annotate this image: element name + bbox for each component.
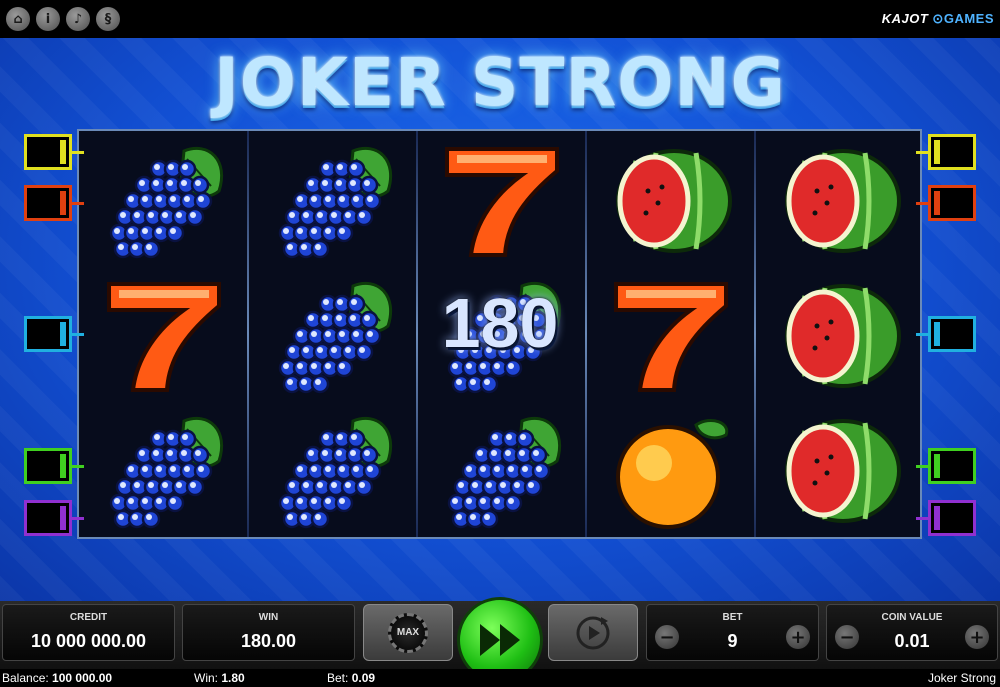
- grapes-symbol: [427, 411, 577, 531]
- payline-5-right-indicator: [928, 500, 976, 536]
- payline-3-marker: [916, 333, 930, 336]
- seven-symbol: [89, 276, 239, 396]
- grapes-symbol: [258, 141, 408, 261]
- credit-value: 10 000 000.00: [30, 631, 147, 651]
- payline-1-marker: [70, 151, 84, 154]
- status-win-value: 1.80: [221, 671, 245, 685]
- max-bet-button[interactable]: MAX: [363, 604, 453, 661]
- payline-3-marker: [70, 333, 84, 336]
- coin-increase-button[interactable]: +: [965, 625, 989, 649]
- melon-symbol: [765, 411, 915, 531]
- win-label: WIN: [258, 612, 279, 623]
- game-title: JOKER STRONG: [214, 44, 786, 121]
- autoplay-icon: [576, 616, 610, 649]
- bet-label: BET: [722, 612, 743, 623]
- reel-divider: [247, 131, 249, 537]
- payline-4-marker: [916, 465, 930, 468]
- brand-main: KAJOT: [881, 11, 929, 26]
- status-bet: Bet: 0.09: [327, 671, 375, 685]
- balance-label: Balance:: [2, 671, 49, 685]
- info-icon[interactable]: i: [36, 7, 60, 31]
- grapes-symbol: [89, 411, 239, 531]
- grapes-symbol: [89, 141, 239, 261]
- payline-5-marker: [70, 517, 84, 520]
- bet-decrease-button[interactable]: −: [655, 625, 679, 649]
- melon-symbol: [596, 141, 746, 261]
- status-balance: Balance: 100 000.00: [2, 671, 112, 685]
- payline-3-left-indicator: [24, 316, 72, 352]
- sound-icon[interactable]: ♪: [66, 7, 90, 31]
- bet-panel: BET 9 − +: [646, 604, 819, 661]
- orange-symbol: [596, 411, 746, 531]
- reel-divider: [585, 131, 587, 537]
- payline-4-right-indicator: [928, 448, 976, 484]
- fast-forward-icon: [480, 624, 520, 656]
- grapes-symbol: [258, 411, 408, 531]
- control-bar: CREDIT 10 000 000.00 WIN 180.00 MAX BET …: [0, 597, 1000, 683]
- coin-decrease-button[interactable]: −: [835, 625, 859, 649]
- grapes-symbol: [258, 276, 408, 396]
- credit-panel: CREDIT 10 000 000.00: [2, 604, 175, 661]
- rules-icon[interactable]: §: [96, 7, 120, 31]
- win-amount-overlay: 180: [441, 284, 559, 362]
- top-bar: ⌂ i ♪ § KAJOT ⊙GAMES: [0, 0, 1000, 38]
- bet-increase-button[interactable]: +: [786, 625, 810, 649]
- win-value: 180.00: [240, 631, 297, 651]
- payline-4-left-indicator: [24, 448, 72, 484]
- reel-divider: [416, 131, 418, 537]
- payline-2-left-indicator: [24, 185, 72, 221]
- status-bet-value: 0.09: [351, 671, 376, 685]
- payline-4-marker: [70, 465, 84, 468]
- autoplay-button[interactable]: [548, 604, 638, 661]
- home-icon[interactable]: ⌂: [6, 7, 30, 31]
- status-game-name: Joker Strong: [927, 671, 996, 685]
- status-bar: Balance: 100 000.00 Win: 1.80 Bet: 0.09 …: [0, 669, 1000, 687]
- win-panel: WIN 180.00: [182, 604, 355, 661]
- credit-label: CREDIT: [69, 612, 108, 623]
- seven-symbol: [596, 276, 746, 396]
- melon-symbol: [765, 141, 915, 261]
- status-win-label: Win:: [194, 671, 218, 685]
- payline-2-marker: [70, 202, 84, 205]
- melon-symbol: [765, 276, 915, 396]
- status-bet-label: Bet:: [327, 671, 349, 685]
- balance-value: 100 000.00: [52, 671, 113, 685]
- brand-logo: KAJOT ⊙GAMES: [882, 11, 994, 27]
- game-stage: JOKER STRONG 180: [0, 38, 1000, 601]
- brand-games: ⊙GAMES: [932, 11, 994, 26]
- payline-1-marker: [916, 151, 930, 154]
- reel-divider: [754, 131, 756, 537]
- payline-3-right-indicator: [928, 316, 976, 352]
- payline-1-left-indicator: [24, 134, 72, 170]
- payline-5-marker: [916, 517, 930, 520]
- payline-2-marker: [916, 202, 930, 205]
- coin-value-panel: COIN VALUE 0.01 − +: [826, 604, 998, 661]
- payline-2-right-indicator: [928, 185, 976, 221]
- max-chip-icon: MAX: [388, 612, 428, 653]
- payline-1-right-indicator: [928, 134, 976, 170]
- coin-value-label: COIN VALUE: [881, 612, 943, 623]
- status-win: Win: 1.80: [194, 671, 245, 685]
- seven-symbol: [427, 141, 577, 261]
- payline-5-left-indicator: [24, 500, 72, 536]
- brand-games-text: GAMES: [943, 11, 994, 26]
